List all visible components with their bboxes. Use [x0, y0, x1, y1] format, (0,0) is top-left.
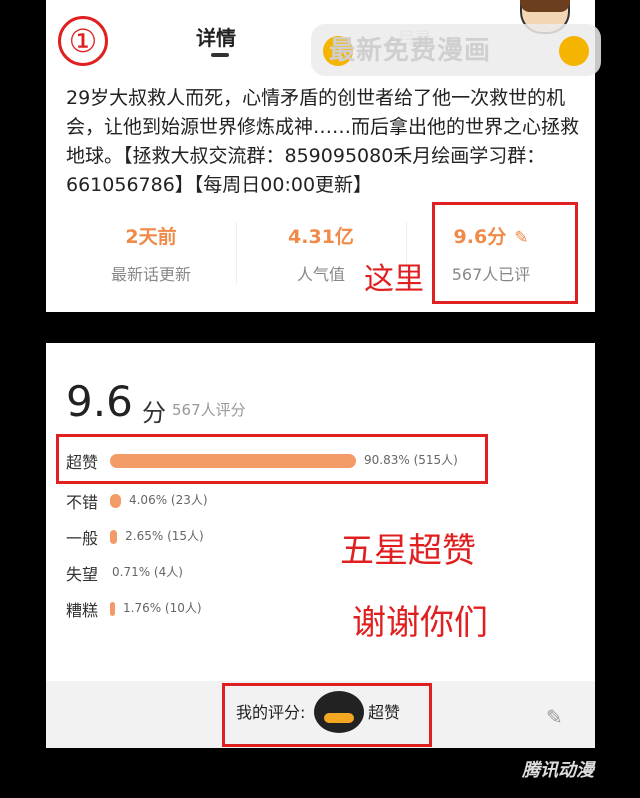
edit-icon[interactable]: ✎ — [546, 705, 563, 729]
pointing-hand-icon — [559, 36, 589, 66]
annotation-five-star: 五星超赞 — [340, 531, 476, 571]
stat-value: 2天前 — [125, 226, 177, 248]
rating-row-good[interactable]: 不错 4.06% (23人) — [66, 485, 526, 515]
rating-row-label: 一般 — [66, 529, 99, 548]
rating-row-label: 失望 — [66, 565, 99, 584]
rating-row-percent: 2.65% (15人) — [125, 529, 204, 543]
comic-description: 29岁大叔救人而死，心情矛盾的创世者给了他一次救世的机会，让他到始源世界修炼成神… — [66, 87, 580, 196]
step-number-annotation: ① — [58, 16, 108, 66]
stat-latest-update: 2天前 最新话更新 — [66, 222, 236, 285]
tab-active-indicator — [211, 53, 229, 57]
rating-count: 567人评分 — [172, 401, 246, 419]
rating-row-percent: 0.71% (4人) — [112, 565, 183, 579]
stat-value: 4.31亿 — [288, 226, 354, 248]
rating-bar — [110, 494, 121, 508]
rating-row-percent: 1.76% (10人) — [123, 601, 202, 615]
highlight-box-score — [432, 202, 578, 304]
rating-row-label: 糟糕 — [66, 601, 99, 620]
corner-logo: 腾讯动漫 — [522, 760, 594, 781]
rating-score: 9.6 — [66, 377, 133, 426]
watermark-text: 最新免费漫画 — [329, 36, 492, 66]
annotation-thank-you: 谢谢你们 — [352, 603, 488, 643]
annotation-here: 这里 — [364, 262, 424, 297]
highlight-box-my-rating — [222, 683, 432, 747]
rating-panel: 9.6 分 567人评分 超赞 90.83% (515人) 不错 4.06% (… — [46, 343, 595, 748]
rating-unit: 分 — [142, 399, 166, 427]
highlight-box-super — [56, 434, 488, 484]
rating-bar — [110, 530, 118, 544]
tab-details[interactable]: 详情 — [196, 22, 236, 51]
stat-label: 最新话更新 — [110, 265, 191, 284]
rating-bar — [110, 602, 115, 616]
watermark-banner: 最新免费漫画 — [311, 24, 601, 76]
rating-row-percent: 4.06% (23人) — [128, 493, 208, 507]
comic-detail-panel: ① 详情 目录 最新免费漫画 29岁大叔救人而死，心情矛盾的创世者给了他一次救世… — [46, 0, 601, 312]
rating-row-label: 不错 — [66, 493, 99, 512]
